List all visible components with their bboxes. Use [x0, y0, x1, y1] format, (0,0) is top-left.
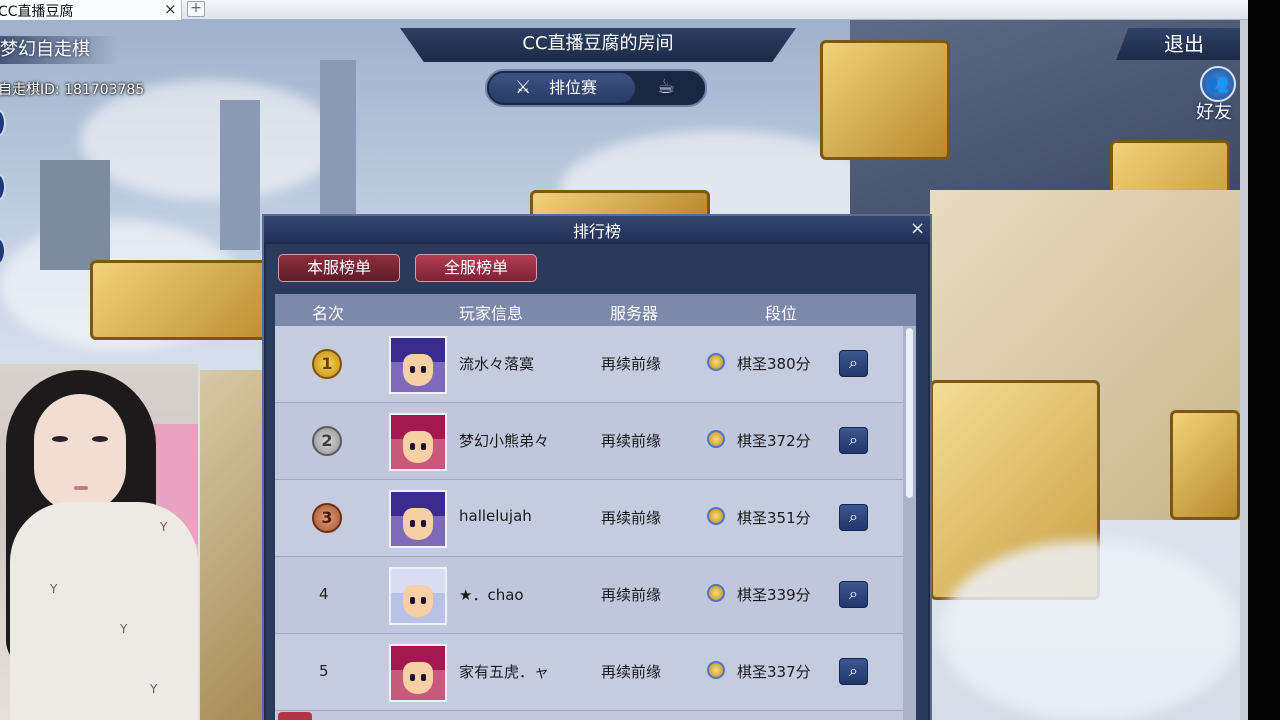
table-row[interactable]: 3 hallelujah 再续前缘 棋圣351分 ⌕	[275, 480, 903, 557]
player-name: 家有五虎．ャ	[459, 663, 550, 681]
tab-title: CC直播豆腐	[0, 4, 74, 20]
avatar[interactable]	[389, 413, 447, 471]
column-rank: 名次	[312, 304, 345, 323]
ranked-mode-button[interactable]: ⚔ 排位赛	[489, 73, 635, 103]
search-icon[interactable]: ⌕	[839, 504, 868, 531]
player-name: hallelujah	[459, 507, 532, 525]
tier-icon	[707, 430, 725, 448]
leaderboard-table: 名次 玩家信息 服务器 段位 1 流水々落寞 再续前缘 棋圣380分 ⌕ 2 梦…	[275, 294, 916, 720]
rank-number: 5	[319, 662, 329, 680]
rank-number: 4	[319, 585, 329, 603]
column-player: 玩家信息	[459, 304, 524, 323]
tier-score: 棋圣372分	[737, 432, 811, 450]
ranked-mode-label: 排位赛	[549, 78, 598, 97]
server-name: 再续前缘	[601, 509, 662, 527]
player-name: 梦幻小熊弟々	[459, 432, 550, 450]
screen-border	[1248, 0, 1280, 720]
friends-label: 好友	[1196, 102, 1232, 123]
table-rows: 1 流水々落寞 再续前缘 棋圣380分 ⌕ 2 梦幻小熊弟々 再续前缘 棋圣37…	[275, 326, 903, 720]
gold-medal-icon: 1	[312, 349, 342, 379]
scroll-thumb[interactable]	[906, 328, 913, 498]
column-server: 服务器	[610, 304, 659, 323]
browser-tab-bar: CC直播豆腐 × +	[0, 0, 1248, 20]
search-icon[interactable]: ⌕	[839, 581, 868, 608]
window-edge	[1240, 20, 1248, 720]
avatar[interactable]	[389, 336, 447, 394]
player-id: 自走棋ID: 181703785	[0, 82, 145, 98]
tier-score: 棋圣351分	[737, 509, 811, 527]
search-icon[interactable]: ⌕	[839, 427, 868, 454]
table-row[interactable]: 4 ★．chao 再续前缘 棋圣339分 ⌕	[275, 557, 903, 634]
table-row[interactable]: 5 家有五虎．ャ 再续前缘 棋圣337分 ⌕	[275, 634, 903, 711]
tier-icon	[707, 661, 725, 679]
tier-icon	[707, 507, 725, 525]
tier-icon	[707, 584, 725, 602]
tab-close-icon[interactable]: ×	[164, 0, 177, 18]
new-tab-button[interactable]: +	[187, 1, 205, 17]
mode-switch[interactable]: ⚔ 排位赛 ☕	[485, 69, 707, 107]
tier-icon	[707, 353, 725, 371]
player-name: 流水々落寞	[459, 355, 535, 373]
player-name: ★．chao	[459, 586, 524, 604]
tab-all-servers[interactable]: 全服榜单	[415, 254, 537, 282]
friends-button[interactable]: 👥 好友	[1196, 66, 1240, 124]
tier-score: 棋圣380分	[737, 355, 811, 373]
room-title: CC直播豆腐的房间	[400, 28, 796, 62]
avatar[interactable]	[389, 567, 447, 625]
column-tier: 段位	[765, 304, 798, 323]
server-name: 再续前缘	[601, 663, 662, 681]
avatar[interactable]	[389, 644, 447, 702]
dialog-header: 排行榜 ×	[264, 216, 930, 242]
silver-medal-icon: 2	[312, 426, 342, 456]
close-icon[interactable]: ×	[910, 218, 925, 239]
search-icon[interactable]: ⌕	[839, 350, 868, 377]
table-row[interactable]: 1 流水々落寞 再续前缘 棋圣380分 ⌕	[275, 326, 903, 403]
scrollbar[interactable]	[903, 326, 916, 720]
dialog-title: 排行榜	[572, 222, 621, 241]
table-row[interactable]: 2 梦幻小熊弟々 再续前缘 棋圣372分 ⌕	[275, 403, 903, 480]
server-name: 再续前缘	[601, 432, 662, 450]
bottom-tab-edge	[278, 712, 312, 720]
bronze-medal-icon: 3	[312, 503, 342, 533]
sword-icon: ⚔	[515, 77, 532, 98]
table-header: 名次 玩家信息 服务器 段位	[275, 294, 916, 326]
exit-button[interactable]: 退出	[1116, 28, 1240, 60]
tab-local-server[interactable]: 本服榜单	[278, 254, 400, 282]
browser-tab[interactable]: CC直播豆腐 ×	[0, 0, 182, 20]
search-icon[interactable]: ⌕	[839, 658, 868, 685]
tier-score: 棋圣337分	[737, 663, 811, 681]
friends-icon: 👥	[1200, 66, 1236, 102]
server-name: 再续前缘	[601, 586, 662, 604]
avatar[interactable]	[389, 490, 447, 548]
tier-score: 棋圣339分	[737, 586, 811, 604]
server-name: 再续前缘	[601, 355, 662, 373]
game-mode-label: 梦幻自走棋	[0, 36, 118, 64]
cup-icon[interactable]: ☕	[657, 74, 675, 98]
webcam-overlay: Y Y Y Y	[0, 364, 198, 720]
